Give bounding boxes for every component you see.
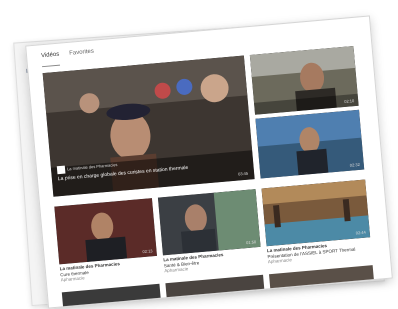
side-video-thumbnail xyxy=(249,45,359,115)
tab-favorites[interactable]: Favorites xyxy=(69,49,95,65)
video-card[interactable]: 01:58 xyxy=(157,189,261,256)
video-card[interactable]: 02:13 xyxy=(54,198,157,265)
video-gallery-panel: Vidéos Favorites La matinale des Pharmac… xyxy=(25,15,393,309)
tab-bar: Vidéos Favorites xyxy=(40,49,95,68)
side-video-card[interactable]: 02:10 xyxy=(249,45,359,115)
video-card[interactable]: 02:44 xyxy=(261,179,371,247)
side-video-duration: 02:32 xyxy=(349,161,360,168)
video-card-partial[interactable] xyxy=(269,265,375,295)
featured-video-card[interactable]: La matinale des Pharmacies La prise en c… xyxy=(42,55,255,197)
video-thumbnail xyxy=(157,189,261,256)
video-card-partial[interactable] xyxy=(165,274,265,304)
video-thumbnail xyxy=(261,179,371,247)
video-thumbnail xyxy=(54,198,157,265)
video-duration: 02:44 xyxy=(355,229,366,236)
featured-video-duration: 03:45 xyxy=(237,170,249,177)
screenshot-scene: Vidéos Favorites La matinale des Pharmac… xyxy=(0,0,398,309)
tab-videos[interactable]: Vidéos xyxy=(40,51,61,68)
side-video-thumbnail xyxy=(255,109,365,179)
channel-logo-icon xyxy=(56,165,66,175)
video-duration: 01:58 xyxy=(245,239,257,246)
side-video-card[interactable]: 02:32 xyxy=(255,109,365,179)
video-duration: 02:13 xyxy=(142,248,153,255)
side-video-duration: 02:10 xyxy=(344,98,355,104)
video-card-partial[interactable] xyxy=(61,283,162,309)
